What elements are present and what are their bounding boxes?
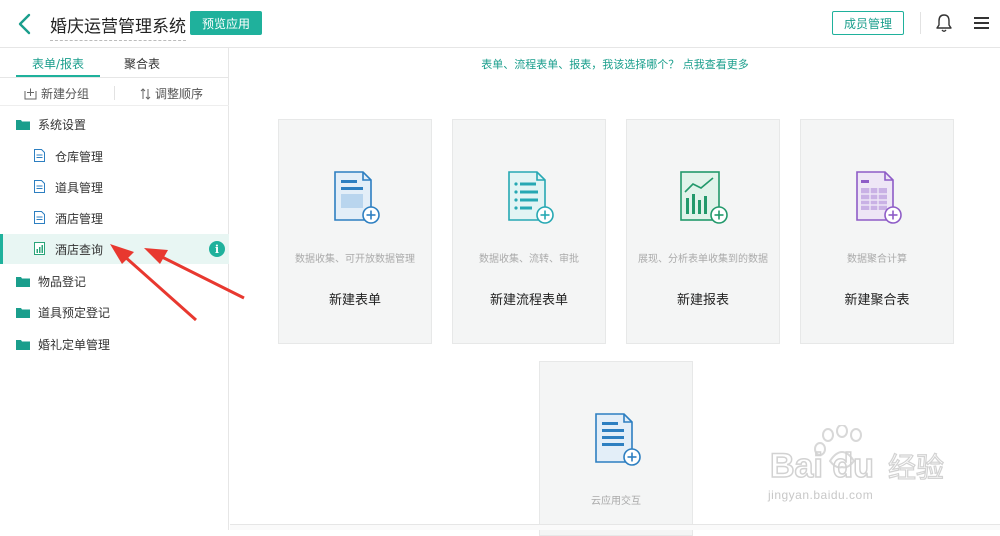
menu-icon[interactable] (974, 16, 989, 30)
cloud-app-plus-icon (595, 413, 641, 466)
sort-icon (140, 87, 151, 100)
sidebar-item-hotel-query[interactable]: 酒店查询 i (0, 234, 229, 264)
tree-label: 酒店管理 (55, 212, 104, 226)
tree-label: 道具管理 (55, 181, 104, 195)
card-description: 数据聚合计算 (847, 254, 907, 265)
new-group-label: 新建分组 (41, 87, 90, 101)
folder-icon (16, 340, 30, 350)
report-plus-icon (680, 171, 728, 224)
svg-text:经验: 经验 (888, 451, 944, 484)
new-group-button[interactable]: 新建分组 (24, 85, 89, 102)
tree-label: 物品登记 (38, 275, 87, 289)
card-title: 新建流程表单 (489, 293, 568, 308)
back-icon[interactable] (14, 12, 36, 36)
cloud-app-card[interactable]: 云应用交互 (539, 361, 693, 536)
sidebar-toolbar: 新建分组 调整顺序 (0, 78, 229, 106)
baidu-watermark-logo: Bai du 经验 (770, 425, 945, 486)
sidebar-item-warehouse[interactable]: 仓库管理 (0, 141, 229, 171)
card-title: 新建报表 (676, 293, 729, 308)
aggregate-plus-icon (856, 171, 902, 224)
sidebar-folder-prop-booking[interactable]: 道具预定登记 (0, 297, 229, 327)
form-doc-icon (34, 180, 45, 193)
report-chart-icon (34, 242, 45, 255)
help-hint-link[interactable]: 表单、流程表单、报表，我该选择哪个？ 点我查看更多 (230, 56, 1000, 72)
app-title[interactable]: 婚庆运营管理系统 (50, 12, 186, 41)
form-plus-icon (334, 171, 380, 224)
watermark-url: jingyan.baidu.com (768, 488, 874, 502)
card-description: 数据收集、流转、审批 (479, 254, 579, 265)
form-doc-icon (34, 149, 45, 162)
card-description: 数据收集、可开放数据管理 (295, 254, 415, 265)
flow-form-plus-icon (508, 171, 554, 224)
tree-label: 婚礼定单管理 (38, 338, 111, 352)
tree-label: 仓库管理 (55, 150, 104, 164)
folder-icon (16, 277, 30, 287)
sidebar-item-hotel-management[interactable]: 酒店管理 (0, 203, 229, 233)
reorder-button[interactable]: 调整顺序 (140, 85, 203, 102)
new-form-card[interactable]: 数据收集、可开放数据管理 新建表单 (278, 119, 432, 344)
card-description: 云应用交互 (591, 496, 641, 507)
sidebar-folder-wedding-orders[interactable]: 婚礼定单管理 (0, 329, 229, 359)
sidebar-item-props[interactable]: 道具管理 (0, 172, 229, 202)
tree-label: 酒店查询 (55, 243, 104, 257)
member-management-button[interactable]: 成员管理 (832, 11, 904, 35)
sidebar: 表单/报表 聚合表 新建分组 调整顺序 系统设置 仓库管理 道具管理 酒店管理 … (0, 48, 229, 530)
tab-forms-reports[interactable]: 表单/报表 (32, 55, 84, 72)
new-report-card[interactable]: 展现、分析表单收集到的数据 新建报表 (626, 119, 780, 344)
card-description: 展现、分析表单收集到的数据 (638, 254, 768, 265)
top-header: 婚庆运营管理系统 预览应用 成员管理 (0, 0, 1000, 48)
add-folder-icon (24, 88, 37, 99)
preview-app-button[interactable]: 预览应用 (190, 11, 262, 35)
sidebar-folder-item-registration[interactable]: 物品登记 (0, 266, 229, 296)
card-title: 新建聚合表 (844, 293, 910, 308)
sidebar-tabs: 表单/报表 聚合表 (0, 48, 229, 78)
svg-text:Bai du: Bai du (770, 447, 874, 485)
tree-label: 系统设置 (38, 118, 87, 132)
info-icon[interactable]: i (209, 241, 225, 257)
form-doc-icon (34, 211, 45, 224)
reorder-label: 调整顺序 (155, 87, 204, 101)
sidebar-folder-system-settings[interactable]: 系统设置 (0, 109, 229, 139)
folder-icon (16, 120, 30, 130)
new-aggregate-card[interactable]: 数据聚合计算 新建聚合表 (800, 119, 954, 344)
bell-icon[interactable] (935, 13, 953, 33)
folder-icon (16, 308, 30, 318)
tree-label: 道具预定登记 (38, 306, 111, 320)
new-flow-form-card[interactable]: 数据收集、流转、审批 新建流程表单 (452, 119, 606, 344)
card-title: 新建表单 (328, 293, 381, 308)
tab-aggregate[interactable]: 聚合表 (124, 55, 160, 72)
header-divider (920, 12, 921, 34)
